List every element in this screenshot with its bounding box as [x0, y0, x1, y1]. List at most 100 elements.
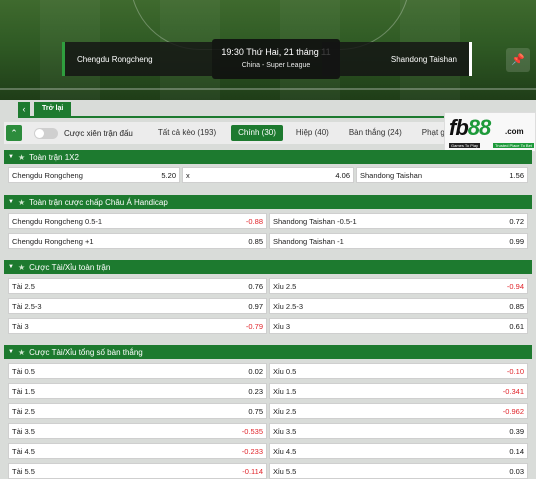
- selection-name: Tài 2.5: [12, 406, 35, 416]
- odds-cell-home[interactable]: Chengdu Rongcheng 5.20: [8, 167, 180, 183]
- logo-tagline: Games To Play: [449, 143, 481, 148]
- odds-row: Tài 3 -0.79 Xỉu 3 0.61: [8, 318, 528, 334]
- odds-row: Tài 5.5 -0.114 Xỉu 5.5 0.03: [8, 463, 528, 479]
- odds-value: 0.76: [248, 281, 263, 291]
- parlay-toggle-label: Cược xiên trận đấu: [64, 128, 133, 138]
- fb88-logo: fb88 .com Games To Play Trusted Place To…: [444, 112, 536, 152]
- section-header-total-goals[interactable]: ▼ ★ Cược Tài/Xỉu tổng số bàn thắng: [4, 345, 532, 359]
- star-icon[interactable]: ★: [18, 153, 25, 162]
- selection-name: x: [186, 170, 190, 180]
- odds-cell-left[interactable]: Tài 3 -0.79: [8, 318, 267, 334]
- section-title: Cược Tài/Xỉu tổng số bàn thắng: [29, 347, 143, 357]
- selection-name: Xỉu 2.5-3: [273, 301, 304, 311]
- caret-down-icon: ▼: [8, 349, 14, 355]
- odds-value: 1.56: [509, 170, 524, 180]
- selection-name: Xỉu 3.5: [273, 426, 297, 436]
- selection-name: Shandong Taishan -1: [273, 236, 344, 246]
- odds-row: Chengdu Rongcheng 0.5-1 -0.88 Shandong Tai…: [8, 213, 528, 229]
- odds-cell-left[interactable]: Tài 2.5-3 0.97: [8, 298, 267, 314]
- home-team-name: Chengdu Rongcheng: [62, 42, 212, 76]
- odds-value: -0.10: [506, 366, 524, 376]
- selection-name: Chengdu Rongcheng 0.5-1: [12, 216, 103, 226]
- odds-value: 0.72: [509, 216, 524, 226]
- odds-cell-draw[interactable]: x 4.06: [182, 167, 354, 183]
- odds-value: -0.341: [502, 386, 524, 396]
- star-icon[interactable]: ★: [18, 263, 25, 272]
- odds-cell-right[interactable]: Xỉu 4.5 0.14: [269, 443, 528, 459]
- chevron-left-icon[interactable]: ‹: [18, 102, 30, 116]
- star-icon[interactable]: ★: [18, 348, 25, 357]
- away-team-name: Shandong Taishan: [322, 42, 472, 76]
- section-header-1x2[interactable]: ▼ ★ Toàn trận 1X2: [4, 150, 532, 164]
- selection-name: Xỉu 1.5: [273, 386, 297, 396]
- odds-cell-right[interactable]: Xỉu 2.5-3 0.85: [269, 298, 528, 314]
- odds-cell-away[interactable]: Shandong Taishan 1.56: [356, 167, 528, 183]
- tab-main[interactable]: Chính (30): [231, 125, 283, 141]
- odds-cell-left[interactable]: Tài 3.5 -0.535: [8, 423, 267, 439]
- odds-value: 0.23: [248, 386, 263, 396]
- selection-name: Tài 3: [12, 321, 29, 331]
- odds-cell-right[interactable]: Xỉu 3 0.61: [269, 318, 528, 334]
- odds-cell-right[interactable]: Xỉu 0.5 -0.10: [269, 363, 528, 379]
- odds-row: Tài 2.5-3 0.97 Xỉu 2.5-3 0.85: [8, 298, 528, 314]
- odds-row: Tài 2.5 0.75 Xỉu 2.5 -0.962: [8, 403, 528, 419]
- odds-cell-right[interactable]: Xỉu 2.5 -0.962: [269, 403, 528, 419]
- odds-value: -0.79: [245, 321, 263, 331]
- selection-name: Xỉu 4.5: [273, 446, 297, 456]
- collapse-all-button[interactable]: ⌃: [6, 125, 22, 141]
- match-time: 19:30 Thứ Hai, 21 tháng 11: [221, 47, 331, 57]
- odds-cell-right[interactable]: Xỉu 3.5 0.39: [269, 423, 528, 439]
- selection-name: Tài 1.5: [12, 386, 35, 396]
- divider: [18, 116, 518, 118]
- odds-cell-right[interactable]: Xỉu 1.5 -0.341: [269, 383, 528, 399]
- odds-value: 0.75: [248, 406, 263, 416]
- selection-name: Tài 2.5-3: [12, 301, 42, 311]
- section-title: Toàn trận cược chấp Châu Á Handicap: [29, 197, 168, 207]
- odds-cell-left[interactable]: Tài 4.5 -0.233: [8, 443, 267, 459]
- odds-cell-left[interactable]: Tài 2.5 0.75: [8, 403, 267, 419]
- league-name: China - Super League: [241, 62, 311, 69]
- tab-all[interactable]: Tất cả kèo (193): [151, 125, 223, 141]
- odds-cell-right[interactable]: Shandong Taishan -0.5-1 0.72: [269, 213, 528, 229]
- selection-name: Tài 5.5: [12, 466, 35, 476]
- selection-name: Xỉu 2.5: [273, 281, 297, 291]
- tab-half[interactable]: Hiệp (40): [289, 125, 336, 141]
- section-header-over-under[interactable]: ▼ ★ Cược Tài/Xỉu toàn trận: [4, 260, 532, 274]
- match-header-banner: Chengdu Rongcheng 19:30 Thứ Hai, 21 thán…: [0, 0, 536, 100]
- odds-row: Tài 2.5 0.76 Xỉu 2.5 -0.94: [8, 278, 528, 294]
- odds-cell-left[interactable]: Chengdu Rongcheng +1 0.85: [8, 233, 267, 249]
- selection-name: Xỉu 0.5: [273, 366, 297, 376]
- logo-wordmark: fb88: [449, 115, 491, 140]
- odds-cell-left[interactable]: Tài 5.5 -0.114: [8, 463, 267, 479]
- selection-name: Tài 0.5: [12, 366, 35, 376]
- logo-tagline-2: Trusted Place To Bet: [493, 143, 534, 148]
- selection-name: Tài 3.5: [12, 426, 35, 436]
- odds-value: -0.94: [506, 281, 524, 291]
- odds-cell-left[interactable]: Chengdu Rongcheng 0.5-1 -0.88: [8, 213, 267, 229]
- odds-cell-left[interactable]: Tài 1.5 0.23: [8, 383, 267, 399]
- section-header-handicap[interactable]: ▼ ★ Toàn trận cược chấp Châu Á Handicap: [4, 195, 532, 209]
- odds-cell-left[interactable]: Tài 2.5 0.76: [8, 278, 267, 294]
- pin-icon[interactable]: 📌: [506, 48, 530, 72]
- odds-row: Tài 0.5 0.02 Xỉu 0.5 -0.10: [8, 363, 528, 379]
- selection-name: Xỉu 3: [273, 321, 291, 331]
- odds-row: Tài 3.5 -0.535 Xỉu 3.5 0.39: [8, 423, 528, 439]
- odds-cell-right[interactable]: Xỉu 2.5 -0.94: [269, 278, 528, 294]
- back-button[interactable]: Trở lại: [34, 102, 72, 116]
- parlay-toggle[interactable]: [34, 127, 58, 139]
- odds-value: 0.85: [509, 301, 524, 311]
- back-bar: ‹ Trở lại: [18, 102, 518, 118]
- selection-name: Xỉu 5.5: [273, 466, 297, 476]
- odds-cell-right[interactable]: Xỉu 5.5 0.03: [269, 463, 528, 479]
- selection-name: Tài 2.5: [12, 281, 35, 291]
- star-icon[interactable]: ★: [18, 198, 25, 207]
- odds-value: -0.114: [242, 466, 263, 476]
- selection-name: Chengdu Rongcheng: [12, 170, 83, 180]
- odds-value: 0.61: [509, 321, 524, 331]
- logo-domain: .com: [505, 127, 524, 136]
- odds-value: -0.233: [241, 446, 263, 456]
- odds-cell-left[interactable]: Tài 0.5 0.02: [8, 363, 267, 379]
- odds-cell-right[interactable]: Shandong Taishan -1 0.99: [269, 233, 528, 249]
- tab-goals[interactable]: Bàn thắng (24): [342, 125, 409, 141]
- odds-value: 0.85: [248, 236, 263, 246]
